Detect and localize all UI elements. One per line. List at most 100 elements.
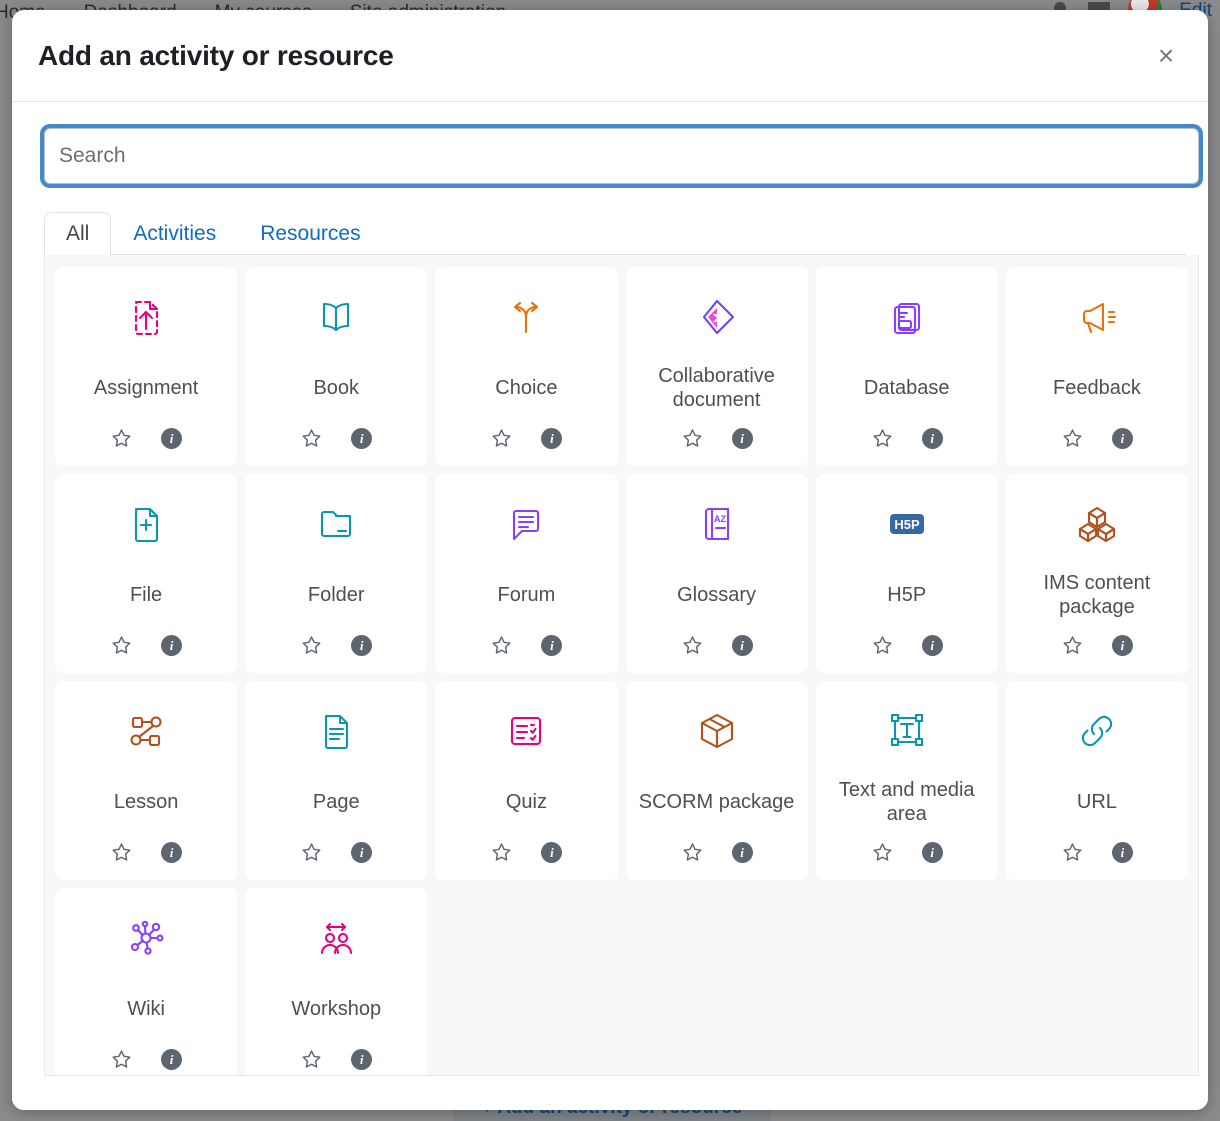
star-outline-icon[interactable] (871, 841, 894, 864)
activity-card[interactable]: Wikii (55, 888, 237, 1076)
star-outline-icon[interactable] (490, 427, 513, 450)
activity-card[interactable]: AZGlossaryi (626, 474, 808, 673)
info-circle-icon[interactable]: i (1112, 842, 1133, 863)
info-circle-icon[interactable]: i (161, 635, 182, 656)
activity-card[interactable]: Feedbacki (1006, 267, 1188, 466)
activity-card[interactable]: Text and media areai (816, 681, 998, 880)
info-circle-icon[interactable]: i (541, 842, 562, 863)
close-icon[interactable]: × (1146, 36, 1186, 76)
star-outline-icon[interactable] (110, 841, 133, 864)
star-outline-icon[interactable] (681, 427, 704, 450)
activity-card[interactable]: Collaborative documenti (626, 267, 808, 466)
chooser-panel: AssignmentiBookiChoiceiCollaborative doc… (44, 255, 1199, 1076)
star-outline-icon[interactable] (490, 634, 513, 657)
info-circle-icon[interactable]: i (541, 635, 562, 656)
activity-card-label: Collaborative document (634, 351, 800, 427)
star-outline-icon[interactable] (300, 841, 323, 864)
az-book-icon: AZ (695, 490, 739, 558)
card-actions: i (110, 427, 182, 456)
activity-card-label: Folder (253, 558, 419, 634)
star-outline-icon[interactable] (300, 634, 323, 657)
h5p-badge-icon: H5P (885, 490, 929, 558)
info-circle-icon[interactable]: i (922, 842, 943, 863)
star-outline-icon[interactable] (110, 1048, 133, 1071)
card-actions: i (871, 427, 943, 456)
info-circle-icon[interactable]: i (161, 428, 182, 449)
star-outline-icon[interactable] (1061, 841, 1084, 864)
card-actions: i (300, 1048, 372, 1076)
activity-card[interactable]: Workshopi (245, 888, 427, 1076)
two-people-exchange-icon (314, 904, 358, 972)
activity-card-label: Book (253, 351, 419, 427)
svg-text:AZ: AZ (714, 514, 726, 524)
star-outline-icon[interactable] (300, 427, 323, 450)
star-outline-icon[interactable] (681, 841, 704, 864)
activity-card[interactable]: URLi (1006, 681, 1188, 880)
info-circle-icon[interactable]: i (351, 1049, 372, 1070)
tab-resources[interactable]: Resources (238, 212, 382, 255)
tab-activities[interactable]: Activities (111, 212, 238, 255)
star-outline-icon[interactable] (871, 427, 894, 450)
activity-card[interactable]: Forumi (435, 474, 617, 673)
modal-footer (12, 1076, 1208, 1110)
star-outline-icon[interactable] (871, 634, 894, 657)
info-circle-icon[interactable]: i (732, 635, 753, 656)
activity-card-label: SCORM package (634, 765, 800, 841)
speech-bubble-icon (504, 490, 548, 558)
card-actions: i (490, 427, 562, 456)
info-circle-icon[interactable]: i (351, 635, 372, 656)
activity-card-label: URL (1014, 765, 1180, 841)
info-circle-icon[interactable]: i (1112, 635, 1133, 656)
activity-card-label: Text and media area (824, 765, 990, 841)
search-input[interactable] (44, 128, 1199, 184)
tab-all[interactable]: All (44, 212, 111, 255)
info-circle-icon[interactable]: i (732, 428, 753, 449)
cubes-icon (1075, 490, 1119, 558)
chain-link-icon (1075, 697, 1119, 765)
activity-card[interactable]: Lessoni (55, 681, 237, 880)
card-actions: i (1061, 841, 1133, 870)
modal-header: Add an activity or resource × (12, 10, 1208, 102)
info-circle-icon[interactable]: i (161, 1049, 182, 1070)
node-graph-icon (124, 697, 168, 765)
activity-card[interactable]: Choicei (435, 267, 617, 466)
info-circle-icon[interactable]: i (922, 635, 943, 656)
star-outline-icon[interactable] (110, 427, 133, 450)
activity-card[interactable]: Quizi (435, 681, 617, 880)
activity-card-label: Forum (443, 558, 609, 634)
assignment-upload-icon (124, 283, 168, 351)
open-book-icon (314, 283, 358, 351)
activity-card[interactable]: IMS content packagei (1006, 474, 1188, 673)
activity-card[interactable]: SCORM packagei (626, 681, 808, 880)
star-outline-icon[interactable] (1061, 427, 1084, 450)
activity-card-label: Page (253, 765, 419, 841)
card-actions: i (110, 634, 182, 663)
activity-card[interactable]: Assignmenti (55, 267, 237, 466)
star-outline-icon[interactable] (1061, 634, 1084, 657)
card-actions: i (300, 634, 372, 663)
star-outline-icon[interactable] (110, 634, 133, 657)
card-actions: i (871, 841, 943, 870)
activity-card[interactable]: Booki (245, 267, 427, 466)
file-plus-icon (124, 490, 168, 558)
card-actions: i (490, 841, 562, 870)
info-circle-icon[interactable]: i (922, 428, 943, 449)
activity-card[interactable]: H5PH5Pi (816, 474, 998, 673)
activity-card[interactable]: Filei (55, 474, 237, 673)
activity-card-label: Feedback (1014, 351, 1180, 427)
activity-card-label: File (63, 558, 229, 634)
activity-card[interactable]: Folderi (245, 474, 427, 673)
info-circle-icon[interactable]: i (541, 428, 562, 449)
activity-card[interactable]: Databasei (816, 267, 998, 466)
info-circle-icon[interactable]: i (161, 842, 182, 863)
network-nodes-icon (124, 904, 168, 972)
activity-card[interactable]: Pagei (245, 681, 427, 880)
info-circle-icon[interactable]: i (1112, 428, 1133, 449)
star-outline-icon[interactable] (681, 634, 704, 657)
card-actions: i (681, 634, 753, 663)
star-outline-icon[interactable] (300, 1048, 323, 1071)
info-circle-icon[interactable]: i (732, 842, 753, 863)
info-circle-icon[interactable]: i (351, 428, 372, 449)
star-outline-icon[interactable] (490, 841, 513, 864)
info-circle-icon[interactable]: i (351, 842, 372, 863)
